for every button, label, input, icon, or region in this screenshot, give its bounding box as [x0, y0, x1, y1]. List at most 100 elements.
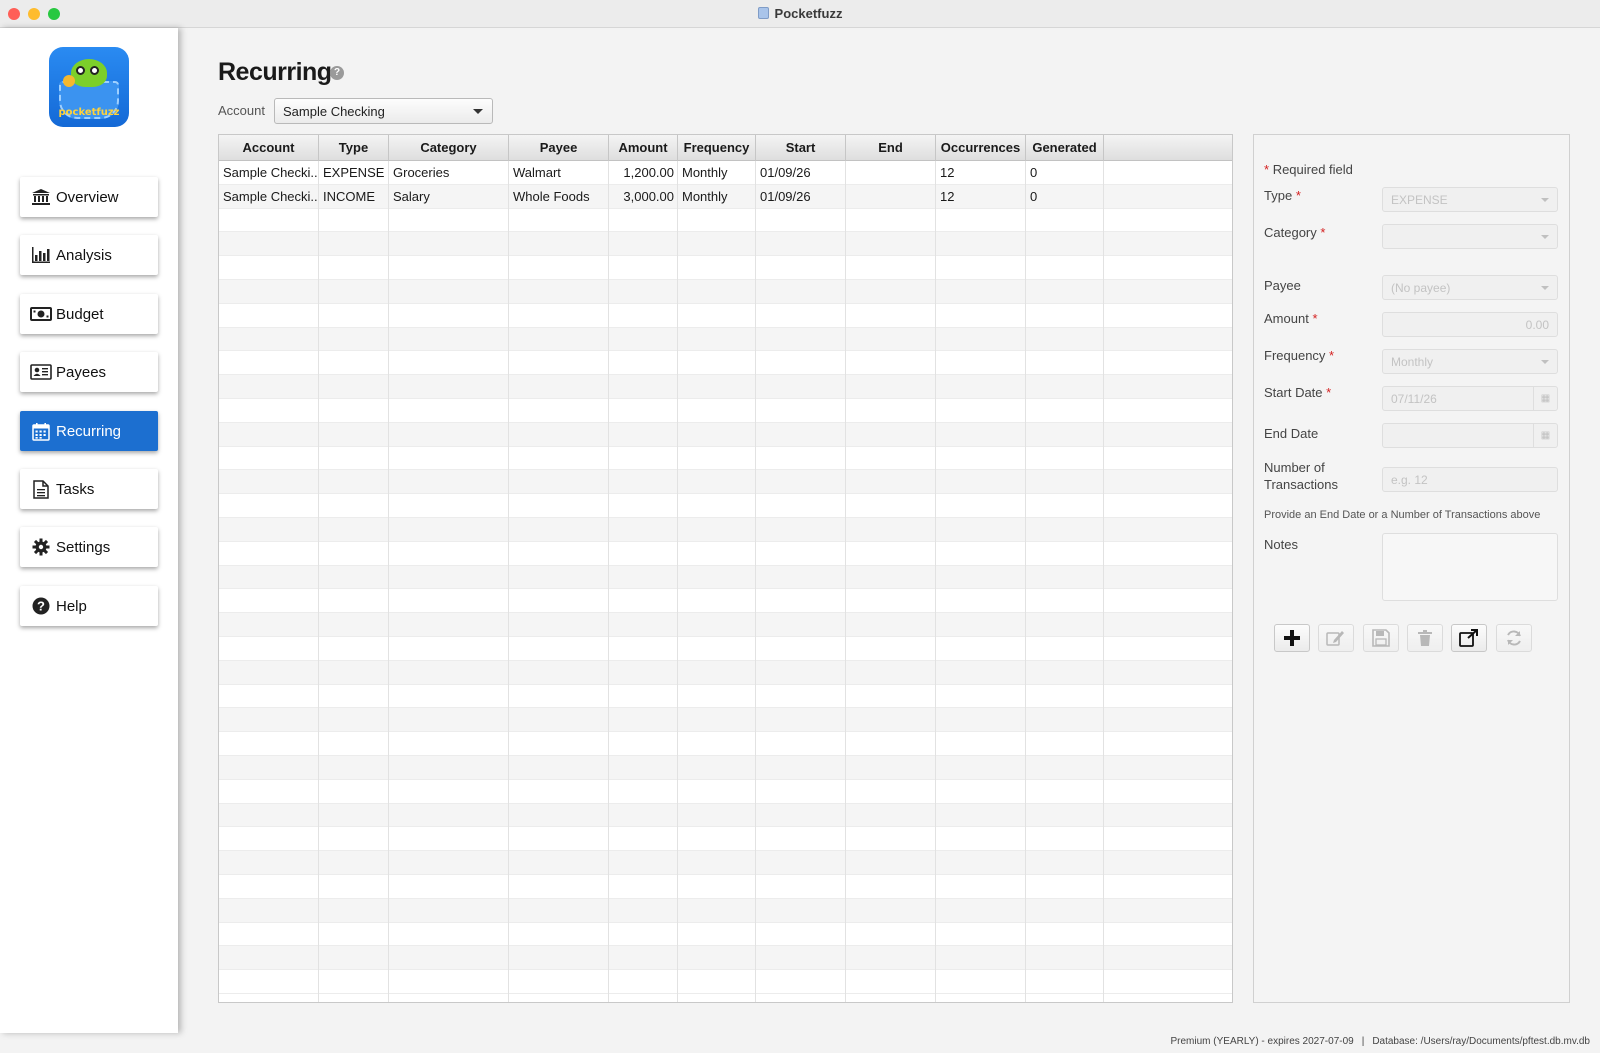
frequency-select[interactable]: Monthly	[1382, 349, 1558, 374]
cell-type: INCOME	[323, 188, 375, 204]
empty-table-row	[219, 256, 1232, 280]
empty-table-row	[219, 327, 1232, 352]
cell-end	[846, 185, 936, 208]
empty-table-row	[219, 232, 1232, 257]
svg-text:?: ?	[37, 599, 45, 614]
sidebar-item-help[interactable]: ? Help	[20, 586, 158, 626]
account-filter-select[interactable]: Sample Checking	[274, 98, 493, 124]
column-header-generated[interactable]: Generated	[1026, 135, 1104, 161]
column-divider	[845, 161, 846, 1002]
empty-table-row	[219, 875, 1232, 899]
end-date-field[interactable]: ▦	[1382, 423, 1558, 448]
help-circle-icon: ?	[30, 596, 52, 616]
frequency-label: Frequency *	[1264, 348, 1335, 363]
cell-occurrences: 12	[940, 165, 955, 180]
title-bar: Pocketfuzz	[0, 0, 1600, 28]
column-divider	[388, 161, 389, 1002]
sidebar-item-payees[interactable]: Payees	[20, 352, 158, 392]
cell-category: Salary	[393, 188, 430, 204]
sidebar-item-budget[interactable]: Budget	[20, 294, 158, 334]
column-divider	[755, 161, 756, 1002]
amount-field[interactable]: 0.00	[1382, 312, 1558, 337]
add-button[interactable]	[1274, 624, 1310, 652]
empty-table-row	[219, 803, 1232, 828]
amount-label: Amount *	[1264, 311, 1318, 326]
column-header-frequency[interactable]: Frequency	[678, 135, 756, 161]
empty-table-row	[219, 589, 1232, 614]
empty-table-row	[219, 613, 1232, 637]
cell-start: 01/09/26	[760, 188, 811, 204]
document-icon	[30, 479, 52, 499]
required-note: * Required field	[1264, 162, 1353, 177]
column-divider	[508, 161, 509, 1002]
sidebar-item-label: Recurring	[56, 422, 122, 440]
sidebar-item-overview[interactable]: Overview	[20, 177, 158, 217]
sidebar: pocketfuzz Overview Analysis Budget Paye…	[0, 28, 178, 1033]
empty-table-row	[219, 542, 1232, 566]
column-header-payee[interactable]: Payee	[509, 135, 609, 161]
recurring-table[interactable]: Account Type Category Payee Amount Frequ…	[218, 134, 1233, 1003]
sidebar-item-analysis[interactable]: Analysis	[20, 235, 158, 275]
category-label: Category *	[1264, 225, 1326, 240]
window-title: Pocketfuzz	[0, 6, 1600, 21]
page-title: Recurring	[218, 58, 332, 86]
column-divider	[608, 161, 609, 1002]
column-header-occurrences[interactable]: Occurrences	[936, 135, 1026, 161]
help-icon[interactable]: ?	[330, 66, 344, 80]
table-row[interactable]: Sample Checki... INCOME Salary Whole Foo…	[219, 184, 1232, 209]
window-title-text: Pocketfuzz	[774, 6, 843, 21]
column-header-account[interactable]: Account	[219, 135, 319, 161]
sidebar-item-label: Help	[56, 597, 87, 615]
calendar-icon	[30, 421, 52, 441]
empty-table-row	[219, 898, 1232, 923]
delete-button[interactable]	[1407, 624, 1443, 652]
bar-chart-icon	[30, 245, 52, 265]
empty-table-row	[219, 494, 1232, 518]
column-divider	[677, 161, 678, 1002]
column-header-end[interactable]: End	[846, 135, 936, 161]
cell-type: EXPENSE	[323, 165, 385, 180]
start-date-field[interactable]: 07/11/26 ▦	[1382, 386, 1558, 411]
save-button[interactable]	[1363, 624, 1399, 652]
sidebar-item-tasks[interactable]: Tasks	[20, 469, 158, 509]
logo-coin	[63, 75, 75, 87]
table-row[interactable]: Sample Checki... EXPENSE Groceries Walma…	[219, 161, 1232, 185]
status-separator: |	[1361, 1036, 1365, 1047]
empty-table-row	[219, 518, 1232, 542]
cell-category: Groceries	[393, 165, 450, 180]
empty-table-row	[219, 660, 1232, 685]
recurring-form: * Required field Type * EXPENSE Category…	[1253, 134, 1570, 1003]
logo-text: pocketfuzz	[58, 107, 120, 118]
sidebar-item-settings[interactable]: Settings	[20, 527, 158, 567]
column-header-category[interactable]: Category	[389, 135, 509, 161]
calendar-icon[interactable]: ▦	[1533, 424, 1557, 447]
category-select[interactable]	[1382, 224, 1558, 249]
column-header-amount[interactable]: Amount	[609, 135, 678, 161]
empty-table-row	[219, 851, 1232, 875]
calendar-icon[interactable]: ▦	[1533, 387, 1557, 410]
start-date-label: Start Date *	[1264, 385, 1332, 400]
column-divider	[1103, 161, 1104, 1002]
sidebar-item-recurring[interactable]: Recurring	[20, 411, 158, 451]
notes-label: Notes	[1264, 537, 1298, 552]
type-select[interactable]: EXPENSE	[1382, 187, 1558, 212]
notes-field[interactable]	[1382, 533, 1558, 601]
open-external-button[interactable]	[1451, 624, 1487, 652]
sidebar-item-label: Payees	[56, 363, 107, 381]
empty-table-row	[219, 685, 1232, 709]
sidebar-item-label: Analysis	[56, 246, 112, 264]
empty-table-row	[219, 399, 1232, 423]
refresh-button[interactable]	[1496, 624, 1532, 652]
column-header-type[interactable]: Type	[319, 135, 389, 161]
sidebar-item-label: Settings	[56, 538, 111, 556]
edit-button[interactable]	[1318, 624, 1354, 652]
number-of-transactions-field[interactable]: e.g. 12	[1382, 467, 1558, 492]
column-divider	[935, 161, 936, 1002]
payee-select[interactable]: (No payee)	[1382, 275, 1558, 300]
column-header-filler	[1104, 135, 1232, 161]
column-header-start[interactable]: Start	[756, 135, 846, 161]
money-icon	[30, 304, 52, 324]
external-link-icon	[1459, 629, 1478, 647]
cell-end	[846, 161, 936, 184]
license-status: Premium (YEARLY) - expires 2027-07-09	[1170, 1036, 1354, 1047]
